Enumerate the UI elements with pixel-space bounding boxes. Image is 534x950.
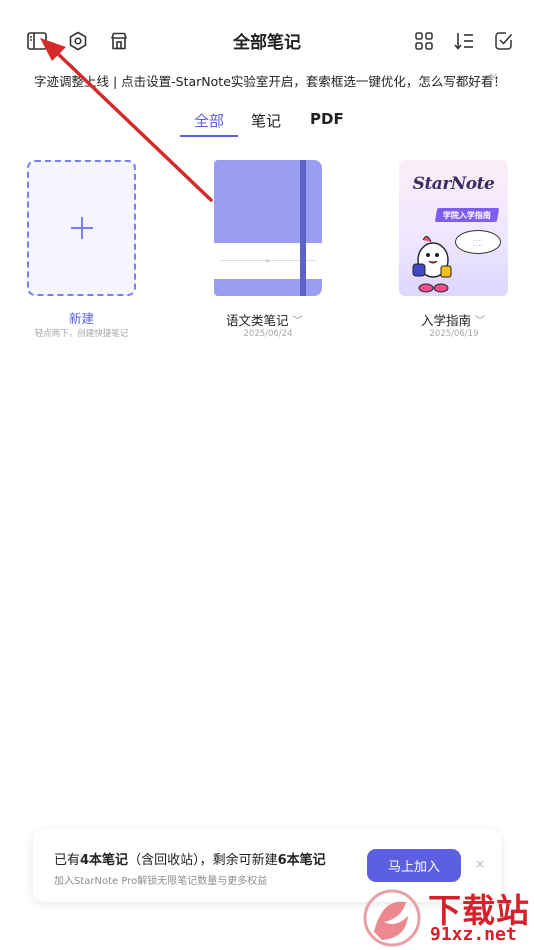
sort-icon[interactable] (452, 29, 476, 53)
site-watermark: 下载站 91xz.net (360, 884, 534, 950)
notebook-title-guide[interactable]: 入学指南 ﹀ (421, 310, 485, 329)
top-bar: 全部笔记 (0, 0, 534, 80)
new-note-tile[interactable] (27, 160, 136, 296)
feature-notice: 字迹调整上线 | 点击设置-StarNote实验室开启，套索框选一键优化，怎么写… (34, 74, 506, 89)
banner-message: 已有4本笔记（含回收站），剩余可新建6本笔记 (54, 849, 326, 868)
watermark-logo-icon (363, 889, 421, 947)
banner-close-button[interactable]: × (475, 857, 485, 871)
notebook-elastic-strap (300, 160, 306, 296)
chevron-down-icon[interactable]: ﹀ (293, 312, 303, 327)
mascot-illustration (412, 236, 452, 293)
notice-close-button[interactable]: × (488, 70, 499, 85)
watermark-url: 91xz.net (430, 924, 517, 945)
notebook-title-chinese[interactable]: 语文类笔记 ﹀ (226, 310, 303, 329)
active-tab-indicator (180, 135, 238, 137)
banner-existing-count: 4本笔记 (80, 853, 129, 868)
select-check-icon[interactable] (492, 29, 516, 53)
notebook-date: 2025/06/19 (429, 329, 479, 339)
notebook-cover-guide[interactable]: StarNote 学院入学指南 · · · · · · · · (399, 160, 508, 296)
guide-badge-text: 学院入学指南 (443, 210, 491, 220)
guide-badge: 学院入学指南 (434, 208, 500, 222)
band-mark-icon: ⟡ (265, 257, 270, 265)
notebook-date: 2025/06/24 (243, 329, 293, 339)
notebook-cover-chinese[interactable]: ⟡ (214, 160, 322, 296)
notebook-name: 入学指南 (421, 313, 472, 328)
chevron-down-icon[interactable]: ﹀ (475, 312, 485, 327)
join-now-button[interactable]: 马上加入 (367, 849, 461, 882)
tab-all[interactable]: 全部 (194, 110, 224, 131)
banner-text-middle: （含回收站），剩余可新建 (128, 853, 278, 868)
tab-notes[interactable]: 笔记 (251, 110, 281, 131)
plus-icon (70, 217, 93, 239)
tab-pdf[interactable]: PDF (310, 110, 344, 128)
starnote-logo: StarNote (412, 174, 495, 194)
grid-view-icon[interactable] (412, 29, 436, 53)
filter-tabs: 全部 笔记 PDF (0, 110, 534, 140)
speech-bubble: · · · · · · · · (455, 230, 501, 254)
notebook-name: 语文类笔记 (226, 313, 289, 328)
annotation-arrow (40, 38, 213, 202)
new-note-label[interactable]: 新建 (27, 308, 136, 327)
banner-text-prefix: 已有 (54, 853, 81, 868)
banner-remaining-count: 6本笔记 (277, 853, 326, 868)
banner-subtext: 加入StarNote Pro解锁无限笔记数量与更多权益 (54, 876, 268, 887)
new-note-hint: 轻点两下，创建快捷笔记 (34, 329, 129, 339)
